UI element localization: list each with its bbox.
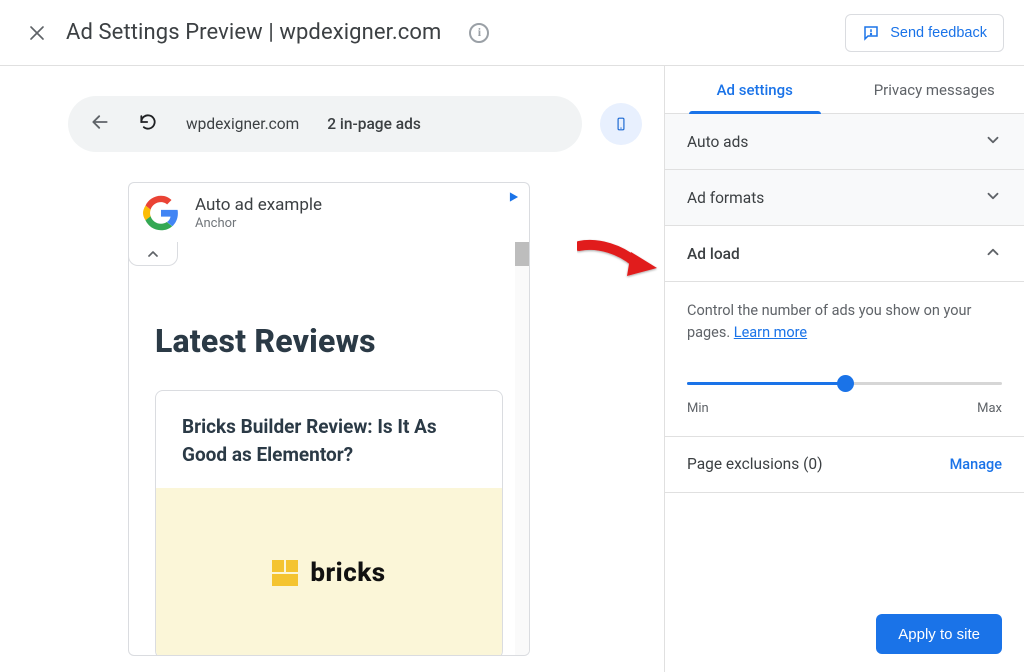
send-feedback-button[interactable]: Send feedback [845,14,1004,52]
section-ad-load[interactable]: Ad load [665,226,1024,282]
annotation-arrow-icon [577,238,659,280]
bricks-logo-icon [272,560,298,586]
section-label: Ad load [687,245,740,263]
preview-page: Latest Reviews Bricks Builder Review: Is… [128,266,530,656]
page-title: Ad Settings Preview | wpdexigner.com [66,20,441,45]
review-card-title: Bricks Builder Review: Is It As Good as … [156,391,502,478]
preview-heading: Latest Reviews [129,322,529,360]
top-bar-left: Ad Settings Preview | wpdexigner.com i [28,20,489,45]
review-card: Bricks Builder Review: Is It As Good as … [155,390,503,656]
url-text: wpdexigner.com [186,115,299,133]
manage-link[interactable]: Manage [950,456,1002,473]
panel-footer: Apply to site [665,596,1024,672]
ad-load-description: Control the number of ads you show on yo… [687,300,1002,345]
section-page-exclusions: Page exclusions (0) Manage [665,437,1024,493]
section-label: Ad formats [687,189,764,207]
chevron-down-icon [984,187,1002,209]
page-exclusions-label: Page exclusions (0) [687,455,823,473]
preview-toolbar: wpdexigner.com 2 in-page ads [68,96,642,152]
scrollbar-stub [515,266,529,655]
section-auto-ads[interactable]: Auto ads [665,114,1024,170]
section-ad-formats[interactable]: Ad formats [665,170,1024,226]
learn-more-link[interactable]: Learn more [734,324,807,341]
ad-example-title: Auto ad example [195,195,322,215]
slider-thumb[interactable] [837,375,854,392]
apply-to-site-button[interactable]: Apply to site [876,614,1002,654]
chevron-up-icon[interactable] [128,242,178,266]
ad-collapse-bar [128,242,530,266]
bricks-logo-text: bricks [310,558,385,588]
url-bar: wpdexigner.com 2 in-page ads [68,96,582,152]
tab-privacy-messages[interactable]: Privacy messages [845,66,1024,113]
preview-area: wpdexigner.com 2 in-page ads [0,66,664,672]
tab-ad-settings[interactable]: Ad settings [665,66,845,113]
scrollbar-stub [515,242,529,266]
device-toggle-button[interactable] [600,103,642,145]
auto-ad-banner: Auto ad example Anchor [128,182,530,242]
chevron-down-icon [984,131,1002,153]
reload-icon[interactable] [138,112,158,136]
settings-panel: Ad settings Privacy messages Auto ads Ad… [664,66,1024,672]
section-label: Auto ads [687,133,748,151]
slider-max-label: Max [977,401,1002,416]
site-preview: Auto ad example Anchor Latest Reviews Br… [128,182,530,656]
ads-count-label: 2 in-page ads [327,115,421,133]
google-logo-icon [143,195,179,231]
adchoices-icon[interactable] [507,189,521,208]
send-feedback-label: Send feedback [890,25,987,41]
top-bar: Ad Settings Preview | wpdexigner.com i S… [0,0,1024,66]
feedback-icon [862,24,880,42]
ad-load-body: Control the number of ads you show on yo… [665,282,1024,437]
ad-example-subtitle: Anchor [195,216,322,231]
slider-min-label: Min [687,401,709,416]
back-icon[interactable] [90,112,110,136]
panel-tabs: Ad settings Privacy messages [665,66,1024,114]
review-card-image: bricks [156,488,502,656]
ad-load-slider[interactable] [687,373,1002,395]
chevron-up-icon [984,243,1002,265]
info-icon[interactable]: i [469,23,489,43]
close-icon[interactable] [28,24,46,42]
